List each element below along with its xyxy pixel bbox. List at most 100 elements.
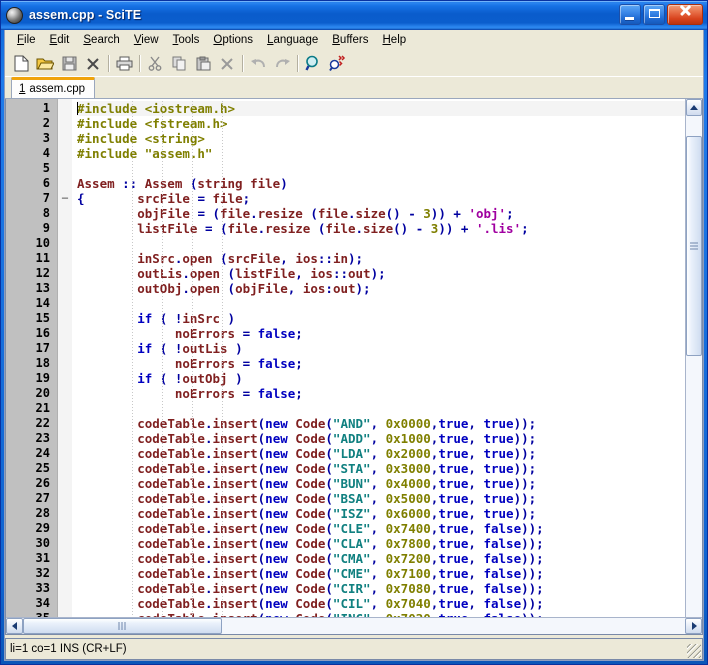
copy-button[interactable] — [167, 52, 191, 75]
code-line[interactable]: Assem :: Assem (string file) — [77, 176, 685, 191]
print-button[interactable] — [112, 52, 136, 75]
code-line[interactable]: if ( !inSrc ) — [77, 311, 685, 326]
fold-marker[interactable] — [58, 551, 72, 566]
code-line[interactable]: codeTable.insert(new Code("AND", 0x0000,… — [77, 416, 685, 431]
menu-buffers[interactable]: Buffers — [325, 32, 375, 49]
code-line[interactable]: outLis.open (listFile, ios::out); — [77, 266, 685, 281]
fold-margin[interactable]: − — [58, 99, 72, 617]
horizontal-scroll-track[interactable] — [23, 618, 685, 634]
undo-button[interactable] — [246, 52, 270, 75]
fold-marker[interactable] — [58, 116, 72, 131]
code-line[interactable] — [77, 161, 685, 176]
code-line[interactable]: if ( !outObj ) — [77, 371, 685, 386]
code-text-area[interactable]: #include <iostream.h>#include <fstream.h… — [72, 99, 685, 617]
fold-marker[interactable] — [58, 611, 72, 617]
fold-marker[interactable] — [58, 536, 72, 551]
maximize-button[interactable] — [643, 4, 665, 25]
code-line[interactable]: codeTable.insert(new Code("CLE", 0x7400,… — [77, 521, 685, 536]
replace-button[interactable] — [325, 52, 349, 75]
code-line[interactable]: noErrors = false; — [77, 326, 685, 341]
scroll-right-button[interactable] — [685, 618, 702, 634]
fold-marker[interactable] — [58, 596, 72, 611]
code-line[interactable]: listFile = (file.resize (file.size() - 3… — [77, 221, 685, 236]
menu-edit[interactable]: Edit — [43, 32, 77, 49]
horizontal-scrollbar[interactable] — [6, 617, 702, 634]
code-line[interactable]: codeTable.insert(new Code("CME", 0x7100,… — [77, 566, 685, 581]
title-bar[interactable]: assem.cpp - SciTE — [1, 1, 707, 30]
fold-marker[interactable] — [58, 506, 72, 521]
fold-marker[interactable] — [58, 236, 72, 251]
save-file-button[interactable] — [57, 52, 81, 75]
code-line[interactable]: #include "assem.h" — [77, 146, 685, 161]
fold-marker[interactable] — [58, 491, 72, 506]
fold-marker[interactable] — [58, 371, 72, 386]
fold-marker[interactable] — [58, 356, 72, 371]
code-line[interactable]: { srcFile = file; — [77, 191, 685, 206]
code-line[interactable]: inSrc.open (srcFile, ios::in); — [77, 251, 685, 266]
open-file-button[interactable] — [33, 52, 57, 75]
menu-help[interactable]: Help — [375, 32, 413, 49]
code-line[interactable]: codeTable.insert(new Code("BUN", 0x4000,… — [77, 476, 685, 491]
code-line[interactable]: codeTable.insert(new Code("INC", 0x7020,… — [77, 611, 685, 617]
code-line[interactable]: if ( !outLis ) — [77, 341, 685, 356]
fold-marker[interactable] — [58, 281, 72, 296]
code-line[interactable]: codeTable.insert(new Code("ADD", 0x1000,… — [77, 431, 685, 446]
code-line[interactable]: #include <string> — [77, 131, 685, 146]
code-editor[interactable]: 1234567891011121314151617181920212223242… — [6, 99, 685, 617]
fold-marker[interactable] — [58, 146, 72, 161]
fold-marker[interactable] — [58, 251, 72, 266]
fold-marker[interactable] — [58, 296, 72, 311]
fold-marker[interactable]: − — [58, 191, 72, 206]
cut-button[interactable] — [143, 52, 167, 75]
menu-view[interactable]: View — [127, 32, 166, 49]
delete-button[interactable] — [215, 52, 239, 75]
menu-file[interactable]: File — [10, 32, 43, 49]
tab-assem-cpp[interactable]: 1 assem.cpp — [11, 77, 95, 98]
fold-marker[interactable] — [58, 431, 72, 446]
minimize-button[interactable] — [619, 4, 641, 25]
fold-marker[interactable] — [58, 341, 72, 356]
code-line[interactable]: #include <fstream.h> — [77, 116, 685, 131]
fold-marker[interactable] — [58, 386, 72, 401]
fold-marker[interactable] — [58, 446, 72, 461]
code-line[interactable]: codeTable.insert(new Code("CIL", 0x7040,… — [77, 596, 685, 611]
find-button[interactable] — [301, 52, 325, 75]
menu-language[interactable]: Language — [260, 32, 325, 49]
menu-tools[interactable]: Tools — [166, 32, 207, 49]
fold-marker[interactable] — [58, 221, 72, 236]
code-line[interactable]: outObj.open (objFile, ios:out); — [77, 281, 685, 296]
fold-marker[interactable] — [58, 476, 72, 491]
paste-button[interactable] — [191, 52, 215, 75]
fold-marker[interactable] — [58, 206, 72, 221]
fold-marker[interactable] — [58, 266, 72, 281]
menu-search[interactable]: Search — [76, 32, 126, 49]
new-file-button[interactable] — [9, 52, 33, 75]
code-line[interactable] — [77, 296, 685, 311]
code-line[interactable]: noErrors = false; — [77, 356, 685, 371]
code-line[interactable]: codeTable.insert(new Code("LDA", 0x2000,… — [77, 446, 685, 461]
code-line[interactable]: noErrors = false; — [77, 386, 685, 401]
vertical-scroll-thumb[interactable] — [686, 136, 702, 356]
fold-marker[interactable] — [58, 416, 72, 431]
horizontal-scroll-thumb[interactable] — [23, 618, 222, 634]
code-line[interactable]: codeTable.insert(new Code("ISZ", 0x6000,… — [77, 506, 685, 521]
fold-marker[interactable] — [58, 131, 72, 146]
menu-options[interactable]: Options — [206, 32, 260, 49]
code-line[interactable]: #include <iostream.h> — [77, 101, 685, 116]
fold-marker[interactable] — [58, 581, 72, 596]
fold-marker[interactable] — [58, 401, 72, 416]
fold-marker[interactable] — [58, 566, 72, 581]
code-line[interactable] — [77, 236, 685, 251]
fold-marker[interactable] — [58, 101, 72, 116]
fold-marker[interactable] — [58, 161, 72, 176]
code-line[interactable]: codeTable.insert(new Code("CIR", 0x7080,… — [77, 581, 685, 596]
vertical-scroll-track[interactable] — [686, 116, 702, 617]
code-line[interactable] — [77, 401, 685, 416]
scroll-up-button[interactable] — [686, 99, 702, 116]
fold-marker[interactable] — [58, 311, 72, 326]
fold-marker[interactable] — [58, 461, 72, 476]
scroll-left-button[interactable] — [6, 618, 23, 634]
vertical-scrollbar[interactable] — [685, 99, 702, 617]
close-button[interactable] — [667, 4, 703, 25]
fold-marker[interactable] — [58, 326, 72, 341]
